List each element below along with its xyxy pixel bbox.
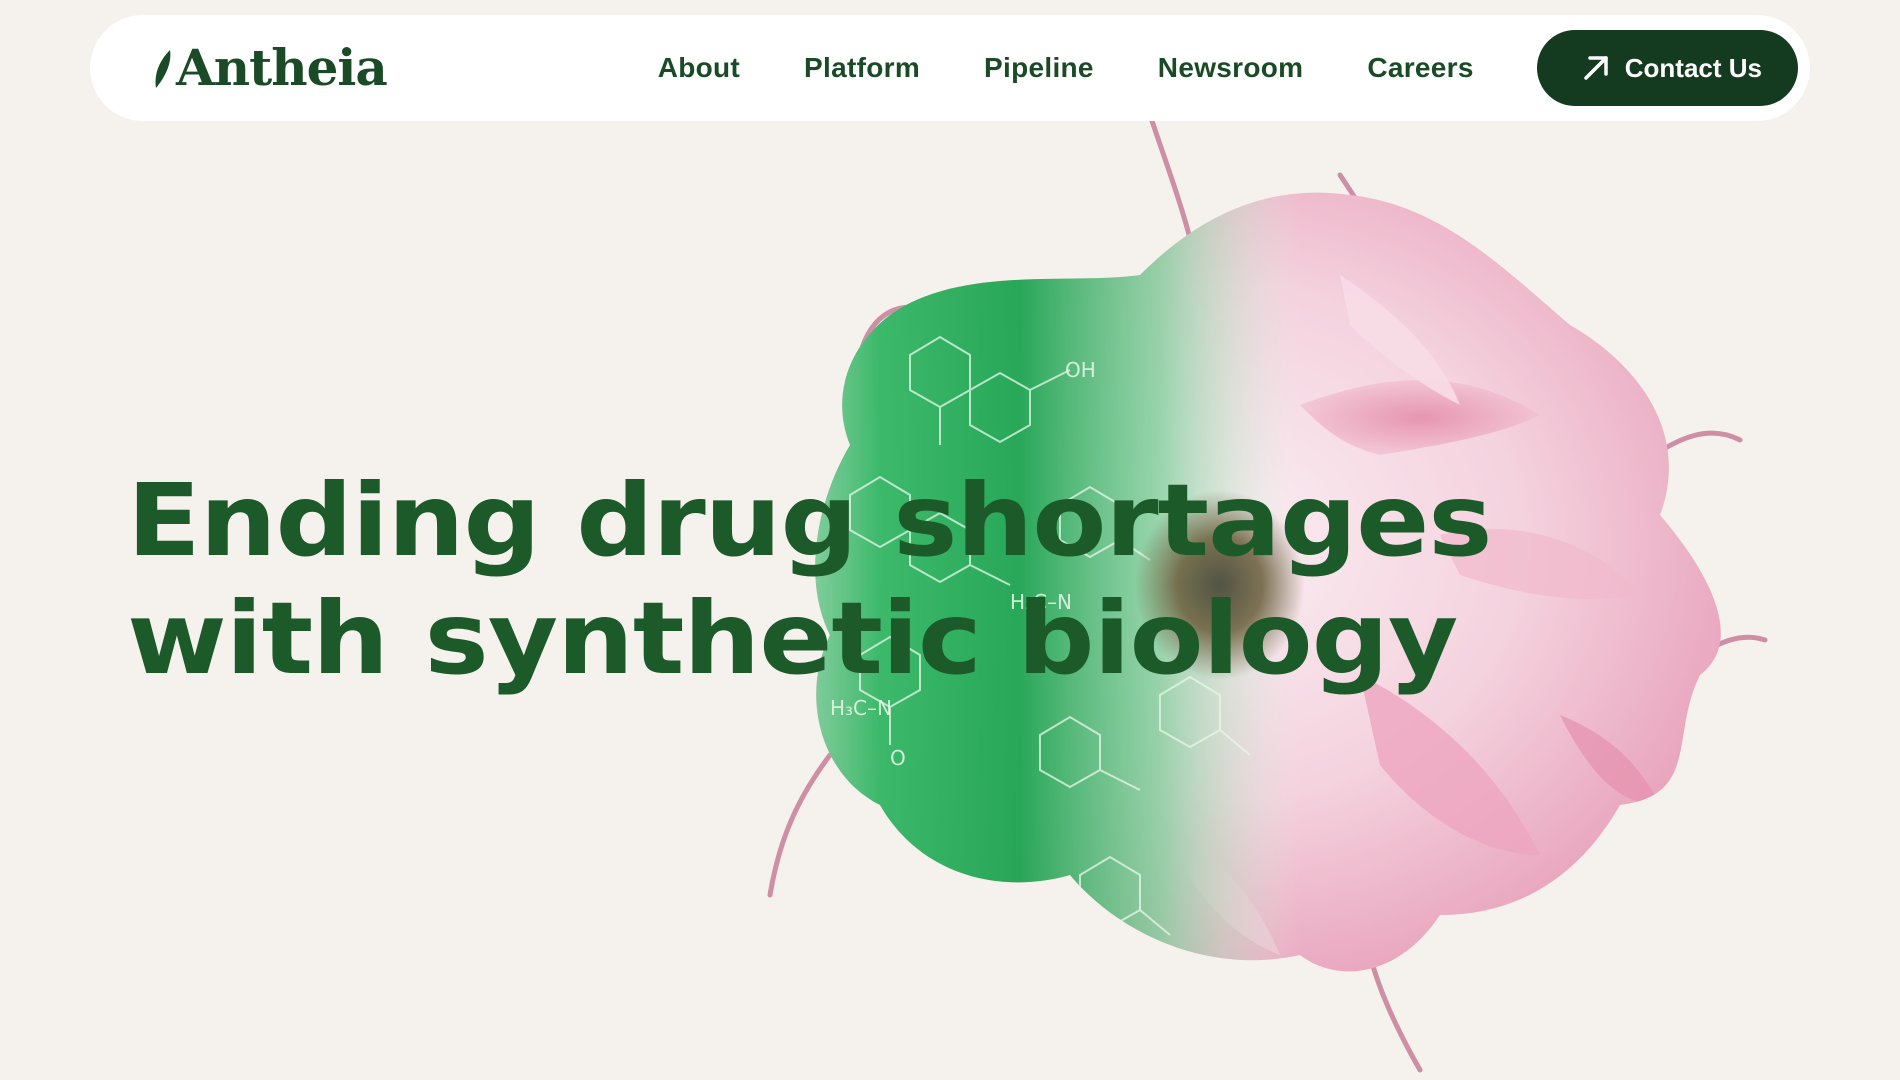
leaf-icon bbox=[155, 50, 171, 88]
nav-link-pipeline[interactable]: Pipeline bbox=[984, 52, 1094, 84]
nav-link-about[interactable]: About bbox=[658, 52, 740, 84]
page: OH H₃C–N O H₃C–N O H₃C–N Antheia About P… bbox=[0, 0, 1900, 1080]
brand-name: Antheia bbox=[176, 38, 388, 97]
molecule-label: H₃C–N bbox=[920, 896, 982, 920]
molecule-label: OH bbox=[1065, 358, 1096, 382]
molecule-label: O bbox=[890, 746, 906, 770]
molecule-label: O bbox=[850, 956, 866, 980]
nav-links: About Platform Pipeline Newsroom Careers bbox=[658, 52, 1474, 84]
brand-logo[interactable]: Antheia bbox=[152, 38, 388, 97]
hero-headline: Ending drug shortages with synthetic bio… bbox=[127, 462, 1493, 698]
nav-link-platform[interactable]: Platform bbox=[804, 52, 920, 84]
nav-link-newsroom[interactable]: Newsroom bbox=[1158, 52, 1304, 84]
arrow-up-right-icon bbox=[1584, 56, 1608, 80]
contact-us-label: Contact Us bbox=[1624, 52, 1762, 83]
nav-link-careers[interactable]: Careers bbox=[1367, 52, 1473, 84]
headline-line-1: Ending drug shortages bbox=[127, 462, 1493, 579]
top-navbar: Antheia About Platform Pipeline Newsroom… bbox=[90, 15, 1810, 121]
headline-line-2: with synthetic biology bbox=[127, 580, 1458, 697]
molecule-label: H₃C–N bbox=[830, 696, 892, 720]
contact-us-button[interactable]: Contact Us bbox=[1536, 30, 1798, 106]
